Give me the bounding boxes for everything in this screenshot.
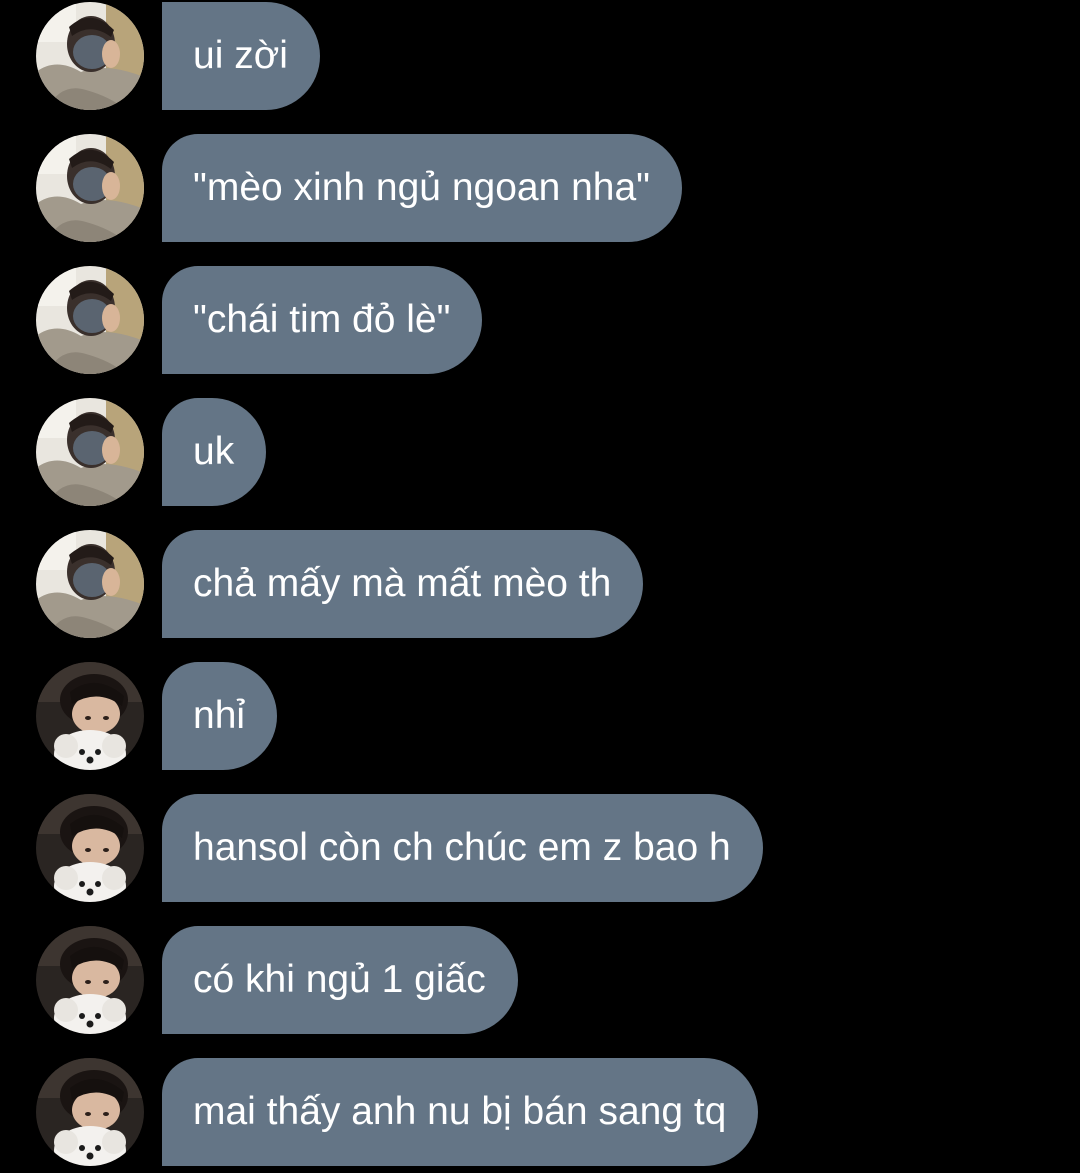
message-bubble[interactable]: "mèo xinh ngủ ngoan nha": [162, 134, 683, 242]
user-a-avatar-icon[interactable]: [36, 530, 144, 638]
message-bubble[interactable]: ui zời: [162, 2, 320, 110]
user-b-avatar-icon[interactable]: [36, 794, 144, 902]
message-row: ui zời: [0, 0, 1080, 110]
person-with-dog-avatar-icon: [36, 662, 144, 770]
message-row: có khi ngủ 1 giấc: [0, 924, 1080, 1034]
user-b-avatar-icon[interactable]: [36, 926, 144, 1034]
chat-message-list[interactable]: ui zời "mèo xinh ngủ ngoan nha" "chái ti…: [0, 0, 1080, 1173]
message-bubble[interactable]: chả mấy mà mất mèo th: [162, 530, 644, 638]
user-b-avatar-icon[interactable]: [36, 662, 144, 770]
message-bubble[interactable]: uk: [162, 398, 267, 506]
masked-person-avatar-icon: [36, 266, 144, 374]
user-a-avatar-icon[interactable]: [36, 134, 144, 242]
message-row: "chái tim đỏ lè": [0, 264, 1080, 374]
message-row: uk: [0, 396, 1080, 506]
message-bubble[interactable]: có khi ngủ 1 giấc: [162, 926, 518, 1034]
message-bubble[interactable]: mai thấy anh nu bị bán sang tq: [162, 1058, 759, 1166]
person-with-dog-avatar-icon: [36, 1058, 144, 1166]
message-bubble[interactable]: nhỉ: [162, 662, 278, 770]
user-a-avatar-icon[interactable]: [36, 2, 144, 110]
message-row: mai thấy anh nu bị bán sang tq: [0, 1056, 1080, 1166]
message-bubble[interactable]: "chái tim đỏ lè": [162, 266, 483, 374]
message-row: hansol còn ch chúc em z bao h: [0, 792, 1080, 902]
message-row: "mèo xinh ngủ ngoan nha": [0, 132, 1080, 242]
person-with-dog-avatar-icon: [36, 926, 144, 1034]
masked-person-avatar-icon: [36, 530, 144, 638]
masked-person-avatar-icon: [36, 2, 144, 110]
message-row: chả mấy mà mất mèo th: [0, 528, 1080, 638]
user-b-avatar-icon[interactable]: [36, 1058, 144, 1166]
user-a-avatar-icon[interactable]: [36, 266, 144, 374]
masked-person-avatar-icon: [36, 134, 144, 242]
user-a-avatar-icon[interactable]: [36, 398, 144, 506]
person-with-dog-avatar-icon: [36, 794, 144, 902]
message-bubble[interactable]: hansol còn ch chúc em z bao h: [162, 794, 763, 902]
masked-person-avatar-icon: [36, 398, 144, 506]
message-row: nhỉ: [0, 660, 1080, 770]
